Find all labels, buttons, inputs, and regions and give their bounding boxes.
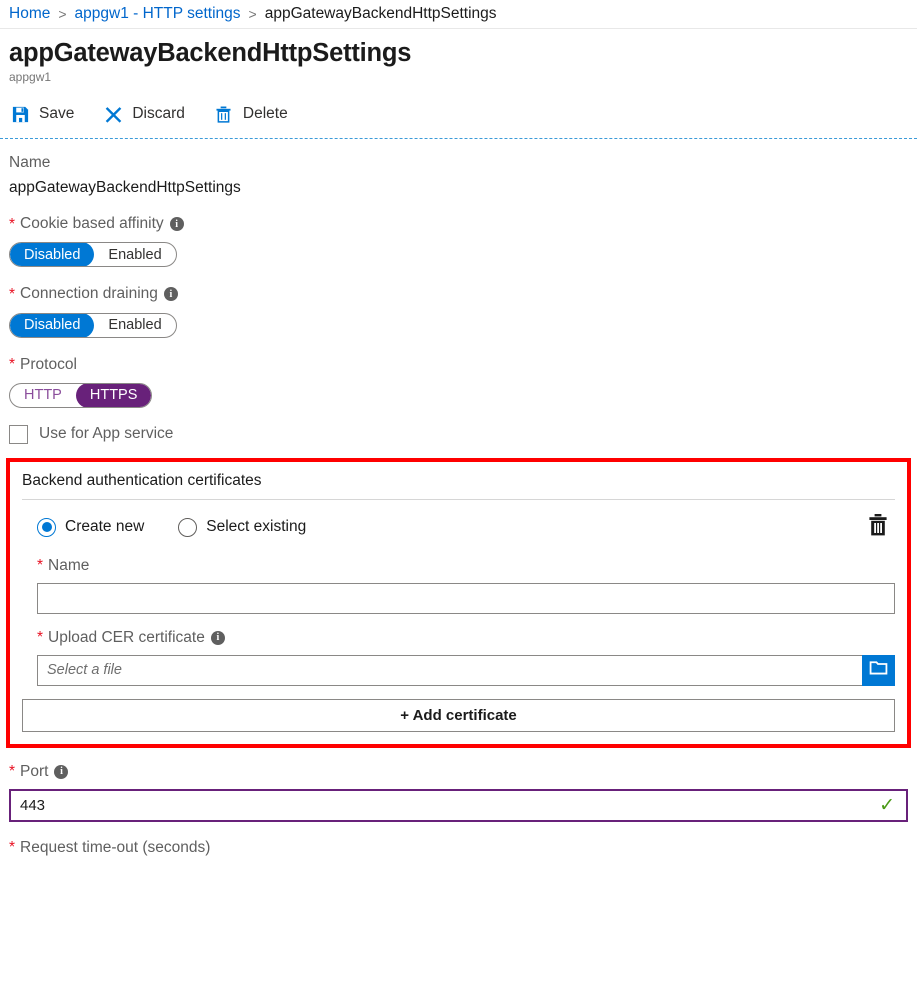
certificate-name-label: * Name: [37, 556, 895, 576]
required-asterisk: *: [9, 840, 15, 856]
certificate-source-radio-group: Create new Select existing: [22, 513, 895, 542]
connection-draining-option-enabled[interactable]: Enabled: [94, 313, 175, 338]
request-timeout-label-text: Request time-out (seconds): [20, 838, 210, 858]
connection-draining-option-disabled[interactable]: Disabled: [10, 313, 94, 338]
settings-form: Name appGatewayBackendHttpSettings * Coo…: [0, 139, 917, 444]
protocol-toggle[interactable]: HTTP HTTPS: [9, 383, 152, 408]
required-asterisk: *: [9, 287, 15, 303]
protocol-label-text: Protocol: [20, 355, 77, 375]
cookie-affinity-option-disabled[interactable]: Disabled: [10, 242, 94, 267]
field-certificate-name: * Name: [22, 556, 895, 614]
page-subtitle: appgw1: [9, 70, 917, 84]
required-asterisk: *: [9, 217, 15, 233]
field-port: * Port i 443 ✓: [0, 748, 917, 822]
folder-icon: [869, 659, 888, 681]
port-input-value: 443: [20, 797, 879, 814]
command-bar: Save Discard Delete: [0, 92, 917, 136]
protocol-option-http[interactable]: HTTP: [10, 383, 76, 408]
page-title: appGatewayBackendHttpSettings: [9, 38, 917, 68]
radio-select-existing[interactable]: Select existing: [178, 518, 306, 537]
cookie-affinity-label: * Cookie based affinity i: [9, 214, 917, 234]
cookie-affinity-option-enabled[interactable]: Enabled: [94, 242, 175, 267]
delete-certificate-button[interactable]: [867, 513, 889, 542]
port-label: * Port i: [9, 762, 911, 782]
valid-check-icon: ✓: [879, 796, 895, 815]
page-header: appGatewayBackendHttpSettings appgw1: [0, 29, 917, 84]
cookie-affinity-label-text: Cookie based affinity: [20, 214, 164, 234]
radio-button-selected[interactable]: [37, 518, 56, 537]
delete-button-label: Delete: [243, 105, 288, 123]
name-value: appGatewayBackendHttpSettings: [9, 179, 917, 197]
field-cookie-based-affinity: * Cookie based affinity i Disabled Enabl…: [9, 214, 917, 267]
connection-draining-label-text: Connection draining: [20, 284, 158, 304]
radio-create-new[interactable]: Create new: [37, 518, 144, 537]
breadcrumb-separator: >: [58, 6, 66, 22]
info-icon[interactable]: i: [211, 631, 225, 645]
cookie-affinity-toggle[interactable]: Disabled Enabled: [9, 242, 177, 267]
radio-button-unselected[interactable]: [178, 518, 197, 537]
save-button-label: Save: [39, 105, 74, 123]
breadcrumb-item-home[interactable]: Home: [9, 5, 50, 23]
connection-draining-toggle[interactable]: Disabled Enabled: [9, 313, 177, 338]
discard-button[interactable]: Discard: [102, 103, 185, 125]
add-certificate-button[interactable]: + Add certificate: [22, 699, 895, 732]
breadcrumb-item-appgw1-http-settings[interactable]: appgw1 - HTTP settings: [75, 5, 241, 23]
radio-create-new-label: Create new: [65, 518, 144, 536]
upload-cer-label: * Upload CER certificate i: [37, 628, 895, 648]
file-picker-row: Select a file: [37, 655, 895, 686]
protocol-label: * Protocol: [9, 355, 917, 375]
certificate-name-label-text: Name: [48, 556, 89, 576]
browse-file-button[interactable]: [862, 655, 895, 686]
use-for-app-service-checkbox[interactable]: Use for App service: [9, 425, 917, 444]
request-timeout-label: * Request time-out (seconds): [9, 838, 917, 858]
field-upload-cer-certificate: * Upload CER certificate i Select a file: [22, 628, 895, 686]
close-x-icon: [102, 103, 124, 125]
required-asterisk: *: [9, 764, 15, 780]
breadcrumb: Home > appgw1 - HTTP settings > appGatew…: [0, 0, 917, 29]
info-icon[interactable]: i: [164, 287, 178, 301]
field-name: Name appGatewayBackendHttpSettings: [9, 153, 917, 197]
discard-button-label: Discard: [132, 105, 185, 123]
protocol-option-https[interactable]: HTTPS: [76, 383, 152, 408]
name-label: Name: [9, 153, 917, 173]
field-request-timeout: * Request time-out (seconds): [0, 838, 917, 858]
upload-cer-label-text: Upload CER certificate: [48, 628, 205, 648]
save-floppy-icon: [9, 103, 31, 125]
connection-draining-label: * Connection draining i: [9, 284, 917, 304]
use-for-app-service-label: Use for App service: [39, 425, 173, 443]
port-input[interactable]: 443 ✓: [9, 789, 908, 822]
radio-select-existing-label: Select existing: [206, 518, 306, 536]
info-icon[interactable]: i: [54, 765, 68, 779]
required-asterisk: *: [37, 558, 43, 574]
trash-icon: [867, 513, 889, 542]
certificate-name-input[interactable]: [37, 583, 895, 614]
breadcrumb-item-current: appGatewayBackendHttpSettings: [265, 5, 497, 23]
trash-icon: [213, 103, 235, 125]
select-a-file-input[interactable]: Select a file: [37, 655, 862, 686]
field-connection-draining: * Connection draining i Disabled Enabled: [9, 284, 917, 337]
checkbox-box[interactable]: [9, 425, 28, 444]
port-label-text: Port: [20, 762, 48, 782]
breadcrumb-separator: >: [249, 6, 257, 22]
required-asterisk: *: [9, 357, 15, 373]
certificates-section-title: Backend authentication certificates: [22, 472, 895, 500]
backend-authentication-certificates-section: Backend authentication certificates Crea…: [6, 458, 911, 748]
save-button[interactable]: Save: [9, 103, 74, 125]
required-asterisk: *: [37, 630, 43, 646]
delete-button[interactable]: Delete: [213, 103, 288, 125]
info-icon[interactable]: i: [170, 217, 184, 231]
field-protocol: * Protocol HTTP HTTPS: [9, 355, 917, 408]
